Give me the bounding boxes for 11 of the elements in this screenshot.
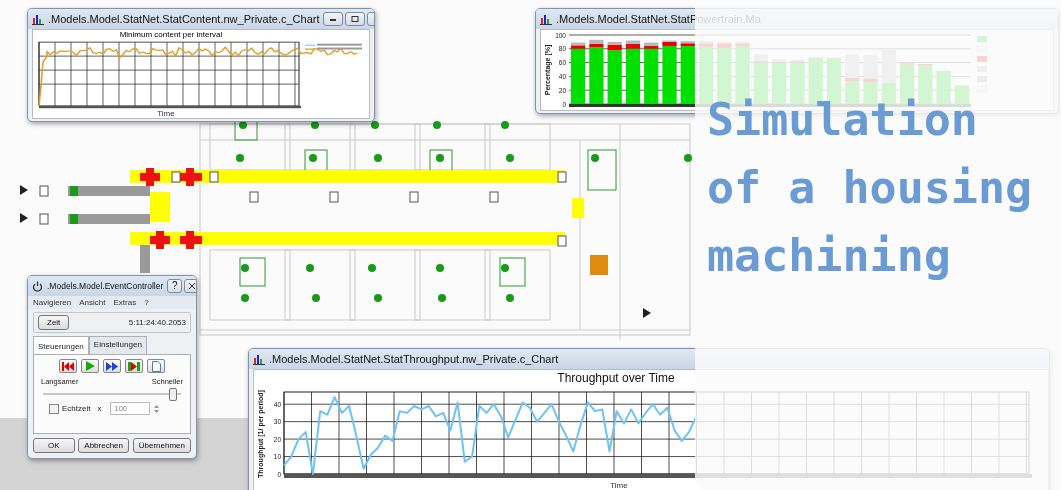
simulation-time: 5:11:24:40.2053	[128, 318, 186, 327]
headline: Simulation of a housing machining	[707, 92, 1034, 284]
axis-title: Time	[610, 481, 628, 490]
window-title: .Models.Model.EventController	[47, 281, 164, 291]
checkbox-label: Echtzeit	[62, 404, 91, 413]
chart-title: Minimum content per interval	[118, 30, 224, 39]
window-title: .Models.Model.StatNet.StatContent.nw_Private.c_Chart	[48, 13, 320, 25]
window-title: .Models.Model.StatNet.StatThroughput.nw_Private.c_Chart	[269, 353, 559, 365]
chart-title: Throughput over Time	[556, 370, 676, 386]
axis-title: Time	[156, 109, 176, 118]
factor-label: x	[97, 404, 102, 413]
